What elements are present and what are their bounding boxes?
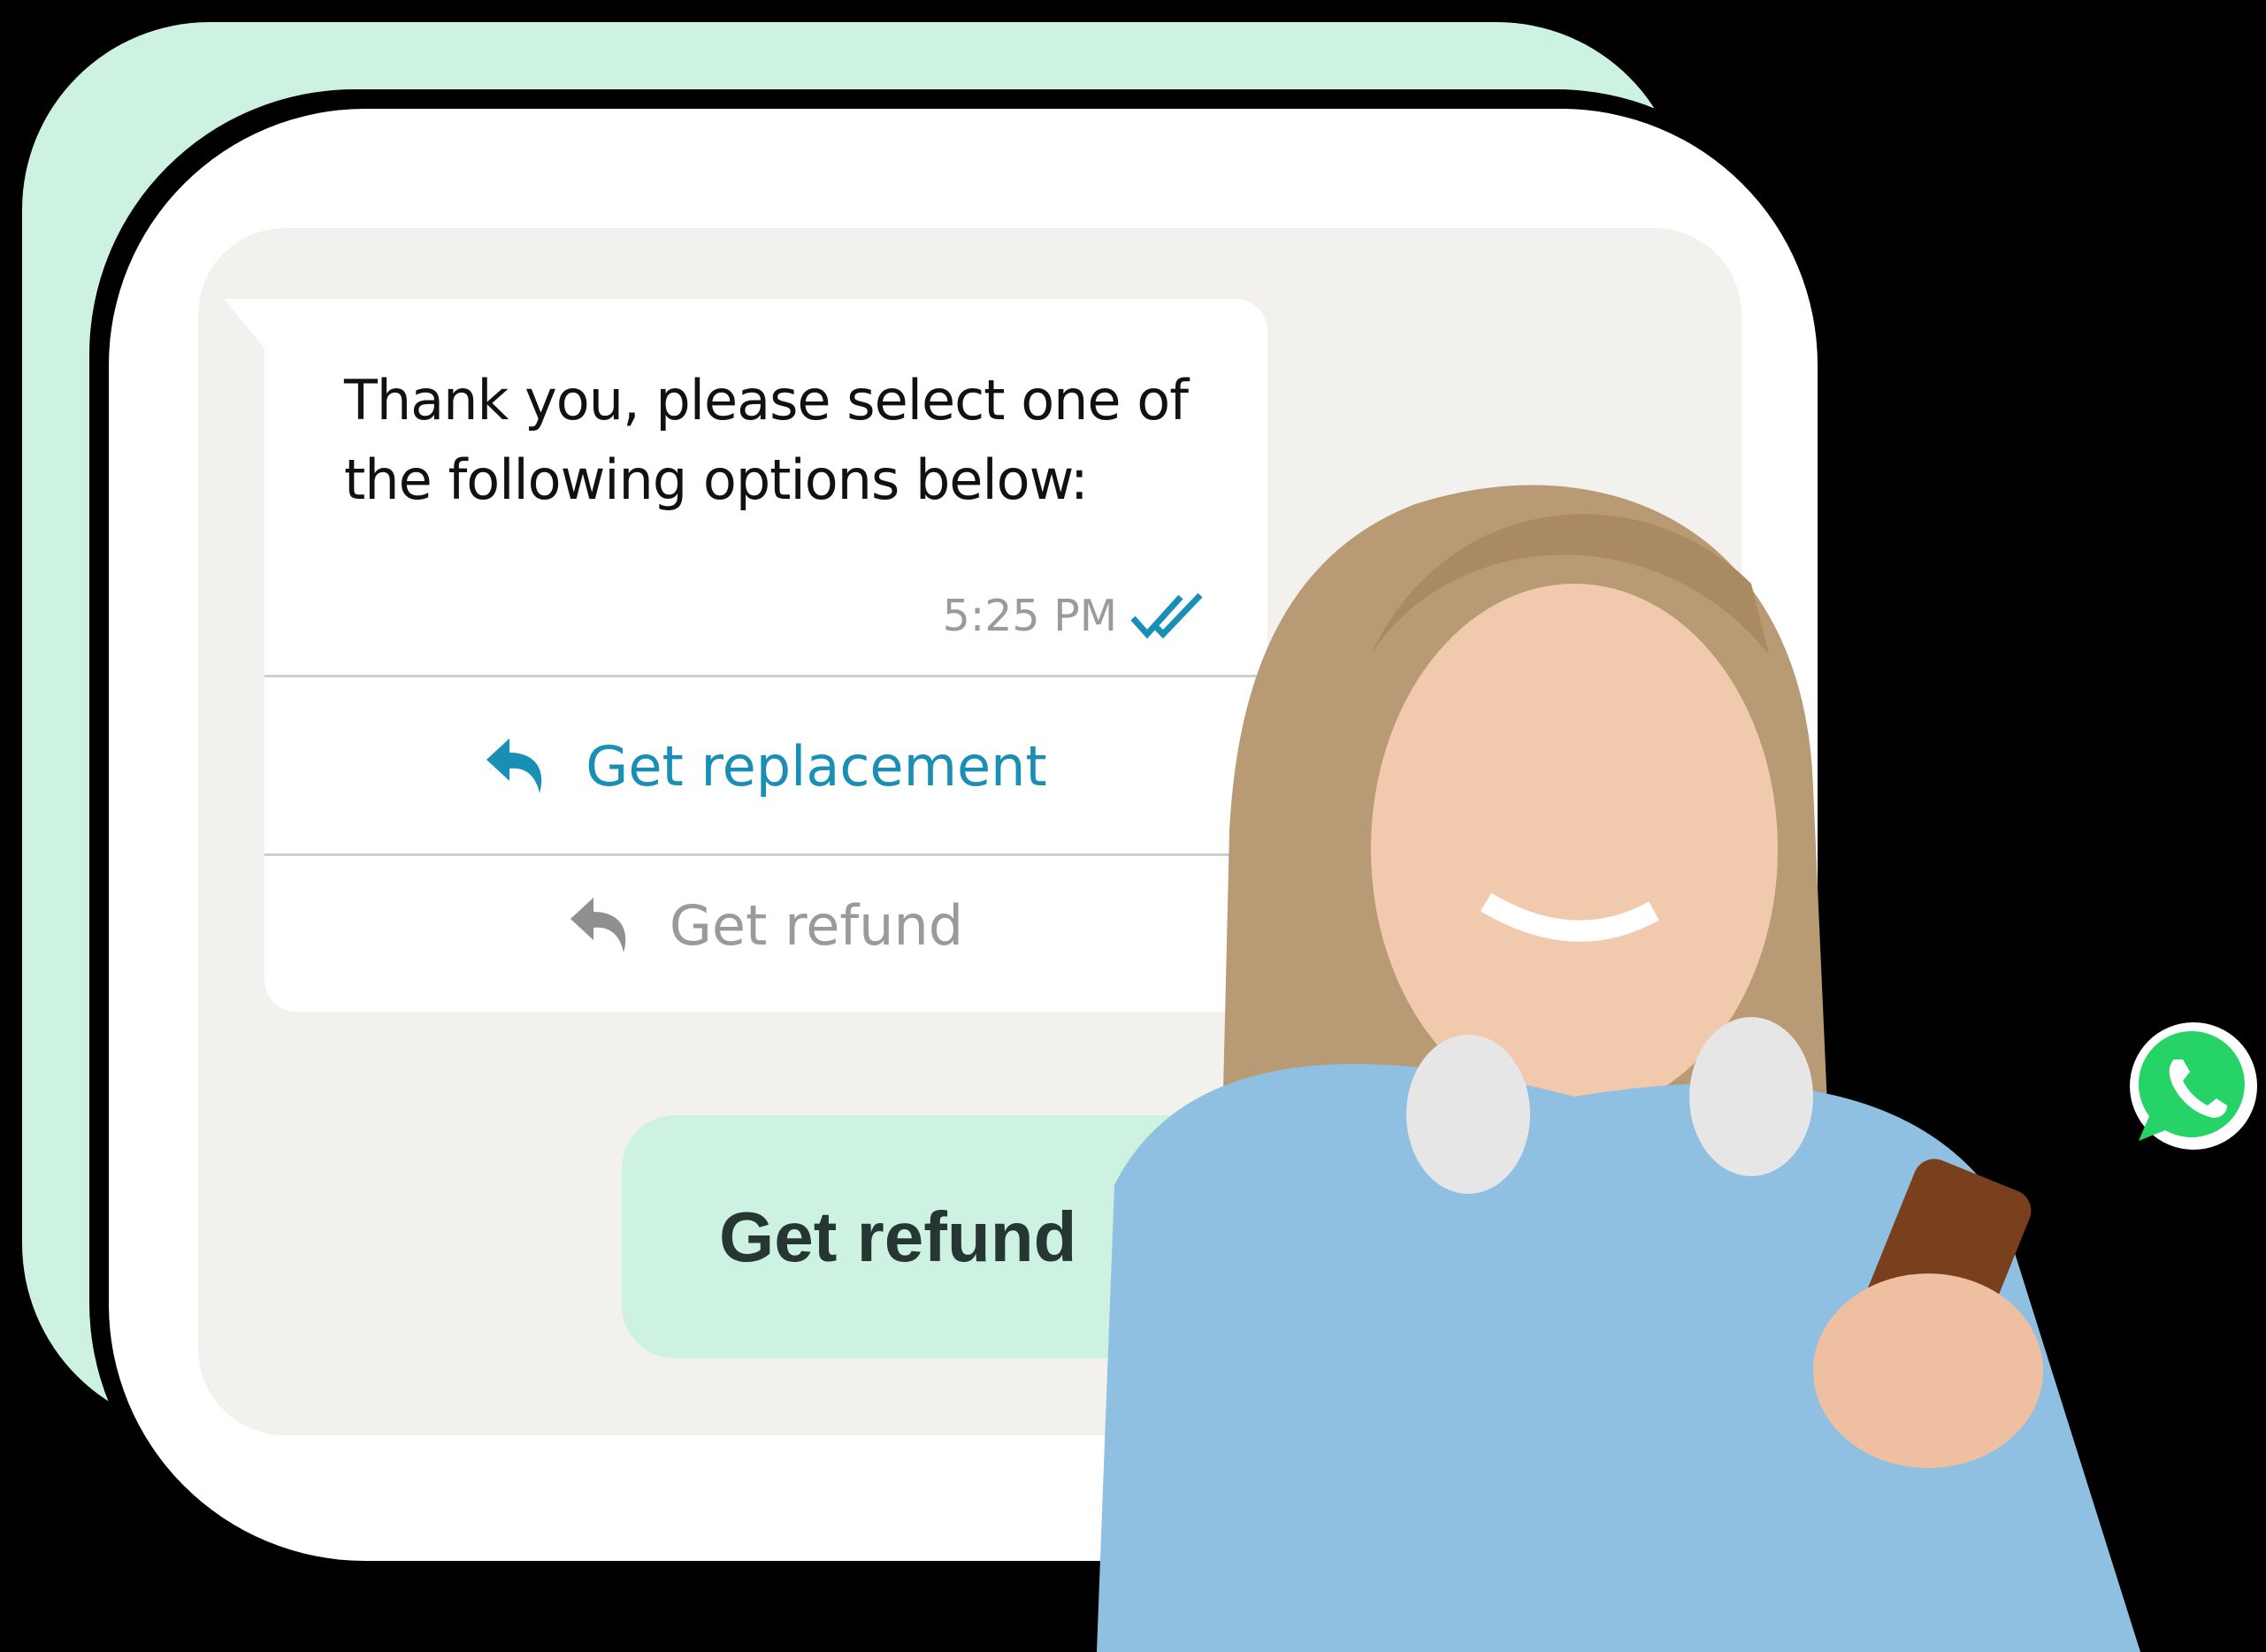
sent-reply-text: Get refund: [719, 1197, 1077, 1276]
option-label: Get replacement: [586, 733, 1047, 799]
whatsapp-icon: [2130, 1022, 2257, 1150]
woman-with-phone-photo: [1097, 485, 2140, 1652]
option-label: Get refund: [669, 892, 964, 958]
reply-icon: [570, 898, 626, 952]
reply-icon: [486, 738, 542, 793]
bubble-tail: [224, 299, 264, 348]
